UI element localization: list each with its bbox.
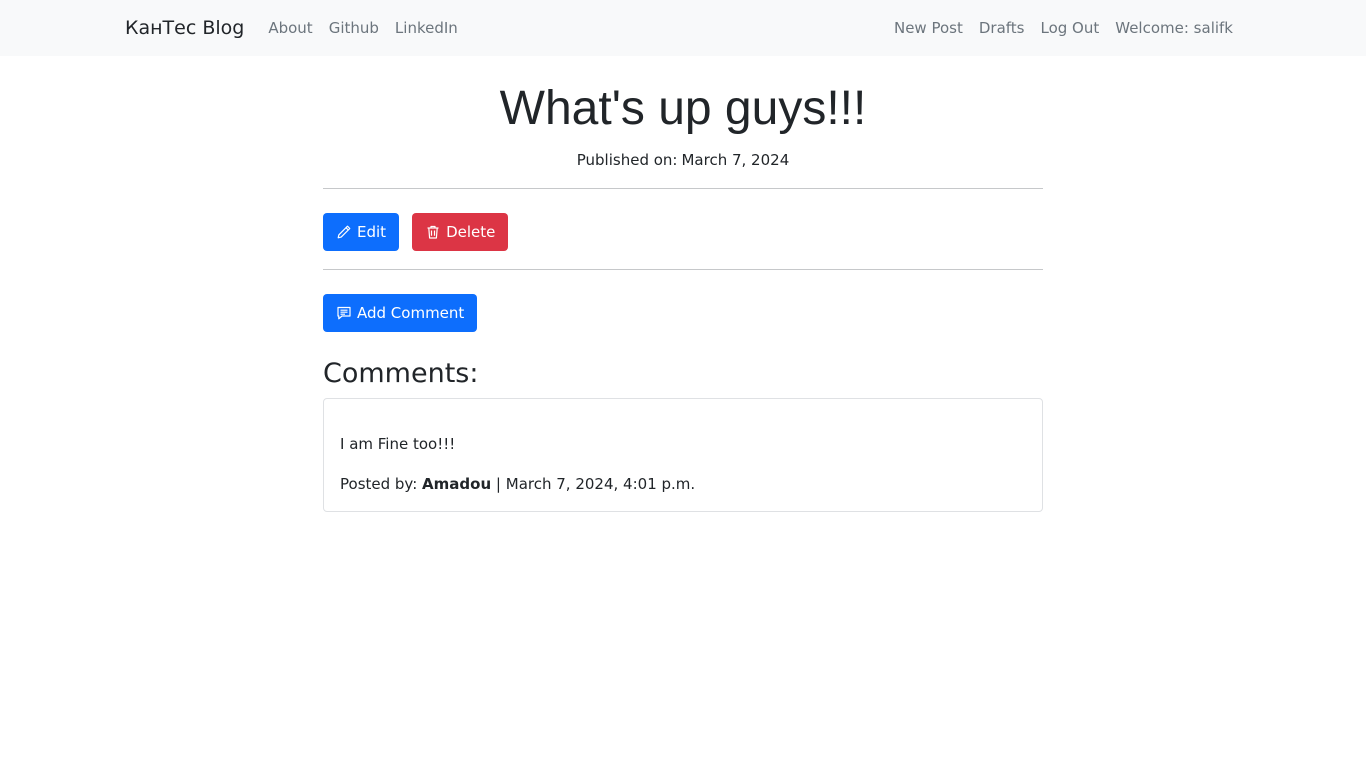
- post-actions: Edit Delete: [323, 213, 1043, 251]
- delete-button[interactable]: Delete: [412, 213, 509, 251]
- comment-timestamp: March 7, 2024, 4:01 p.m.: [505, 475, 696, 493]
- nav-link-linkedin[interactable]: LinkedIn: [395, 19, 458, 37]
- welcome-text: Welcome: salifk: [1115, 19, 1233, 37]
- comment-card: I am Fine too!!! Posted by: Amadou | Mar…: [323, 398, 1043, 512]
- nav-link-drafts[interactable]: Drafts: [979, 19, 1025, 37]
- navbar-left: КанТес Blog About Github LinkedIn: [125, 17, 474, 39]
- pencil-icon: [337, 225, 351, 239]
- comment-meta: Posted by: Amadou | March 7, 2024, 4:01 …: [340, 475, 695, 493]
- navbar-right: New Post Drafts Log Out Welcome: salifk: [878, 19, 1233, 37]
- comment-body: I am Fine too!!!: [340, 435, 456, 453]
- delete-label: Delete: [446, 223, 496, 241]
- nav-link-log-out[interactable]: Log Out: [1040, 19, 1099, 37]
- published-label: Published on:: [576, 151, 678, 169]
- nav-link-new-post[interactable]: New Post: [894, 19, 963, 37]
- chat-icon: [337, 306, 351, 320]
- published-date: March 7, 2024: [681, 151, 790, 169]
- divider: [323, 188, 1043, 189]
- add-comment-label: Add Comment: [357, 304, 465, 322]
- meta-separator: |: [495, 475, 501, 493]
- posted-by-label: Posted by:: [340, 475, 418, 493]
- navbar: КанТес Blog About Github LinkedIn New Po…: [0, 0, 1366, 56]
- published-info: Published on: March 7, 2024: [323, 150, 1043, 170]
- post-container: What's up guys!!! Published on: March 7, …: [323, 56, 1043, 512]
- edit-button[interactable]: Edit: [323, 213, 400, 251]
- comments-heading: Comments:: [323, 358, 479, 389]
- comment-actions: Add Comment: [323, 294, 1043, 332]
- divider: [323, 269, 1043, 270]
- post-title: What's up guys!!!: [499, 82, 867, 135]
- nav-link-github[interactable]: Github: [329, 19, 379, 37]
- brand-link[interactable]: КанТес Blog: [125, 17, 244, 39]
- add-comment-button[interactable]: Add Comment: [323, 294, 478, 332]
- nav-link-about[interactable]: About: [268, 19, 312, 37]
- trash-icon: [427, 225, 439, 239]
- comment-author: Amadou: [422, 475, 492, 493]
- edit-label: Edit: [357, 223, 387, 241]
- navbar-inner: КанТес Blog About Github LinkedIn New Po…: [125, 0, 1233, 56]
